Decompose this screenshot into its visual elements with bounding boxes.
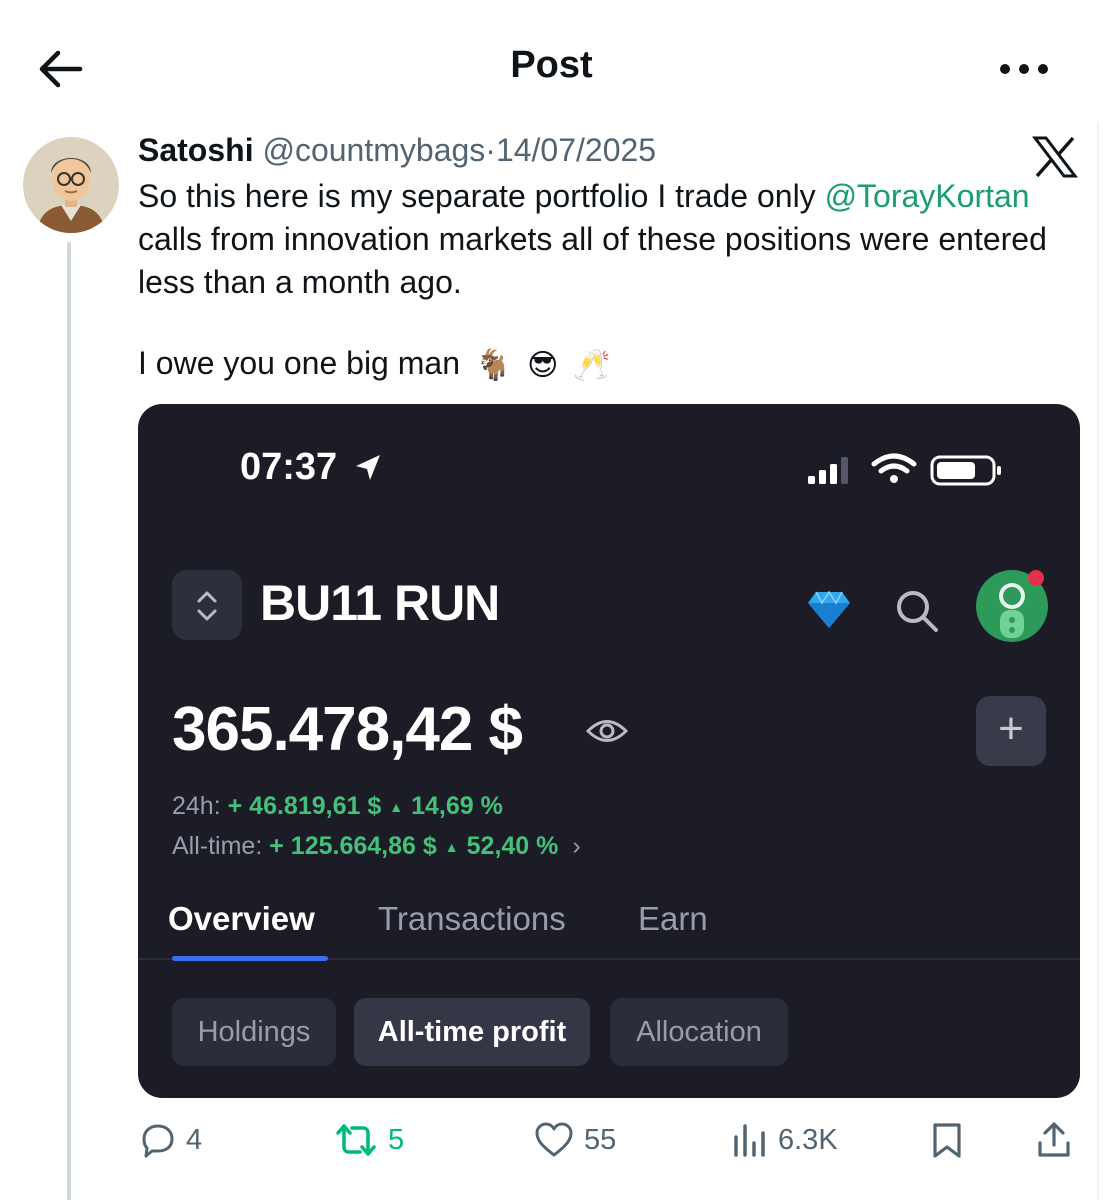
tab-earn[interactable]: Earn xyxy=(638,900,708,938)
reply-icon xyxy=(142,1124,174,1158)
like-count: 55 xyxy=(584,1123,617,1156)
repost-icon xyxy=(336,1124,376,1156)
bookmark-button[interactable] xyxy=(930,1110,964,1170)
active-tab-indicator xyxy=(172,956,328,961)
more-options-icon[interactable] xyxy=(996,52,1052,86)
up-triangle-icon: ▲ xyxy=(444,839,459,856)
author-name[interactable]: Satoshi xyxy=(138,132,254,168)
post-actions: 4 5 55 6.3K xyxy=(0,1110,1103,1170)
change-alltime-amount: + 125.664,86 $ xyxy=(269,832,437,860)
mention-link[interactable]: @TorayKortan xyxy=(825,178,1030,214)
reply-count: 4 xyxy=(186,1123,203,1156)
location-arrow-icon xyxy=(352,452,384,484)
post-media-card[interactable]: 07:37 BU11 RUN 365.478,42 $ + 24h: + 46.… xyxy=(138,404,1080,1098)
notification-dot xyxy=(1028,570,1044,586)
add-button[interactable]: + xyxy=(976,696,1046,766)
change-alltime-percent: 52,40 % xyxy=(466,832,559,860)
repost-button[interactable]: 5 xyxy=(334,1110,404,1170)
top-bar: Post xyxy=(0,0,1103,120)
change-24h-row: 24h: + 46.819,61 $ ▲ 14,69 % xyxy=(172,792,503,821)
post-text-part2: calls from innovation markets all of the… xyxy=(138,221,1047,300)
change-24h-label: 24h: xyxy=(172,792,221,820)
portfolio-balance: 365.478,42 $ xyxy=(172,695,523,764)
clinking-glasses-emoji: 🥂 xyxy=(573,348,611,384)
like-button[interactable]: 55 xyxy=(534,1110,616,1170)
page-title: Post xyxy=(510,44,593,86)
thread-line xyxy=(67,242,71,1200)
profile-avatar[interactable] xyxy=(976,570,1048,642)
meta-separator: · xyxy=(485,132,496,168)
phone-clock: 07:37 xyxy=(240,446,338,488)
views-count: 6.3K xyxy=(778,1123,838,1156)
change-24h-amount: + 46.819,61 $ xyxy=(227,792,382,820)
change-24h-percent: 14,69 % xyxy=(411,792,503,820)
repost-count: 5 xyxy=(388,1123,405,1156)
author-handle[interactable]: @countmybags xyxy=(262,132,485,168)
post-text-part1: So this here is my separate portfolio I … xyxy=(138,178,825,214)
author-avatar[interactable] xyxy=(23,137,119,233)
chip-holdings[interactable]: Holdings xyxy=(172,998,336,1066)
change-alltime-row[interactable]: All-time: + 125.664,86 $ ▲ 52,40 % › xyxy=(172,832,581,861)
account-switch-icon[interactable] xyxy=(172,570,242,640)
sunglasses-emoji: 😎 xyxy=(527,348,559,384)
views-button[interactable]: 6.3K xyxy=(732,1110,838,1170)
post-date[interactable]: 14/07/2025 xyxy=(496,132,656,168)
tab-overview[interactable]: Overview xyxy=(168,900,315,938)
post-text-line2-label: I owe you one big man xyxy=(138,345,460,381)
post-text: So this here is my separate portfolio I … xyxy=(138,175,1083,304)
eye-icon[interactable] xyxy=(585,716,629,746)
share-icon xyxy=(1038,1122,1070,1157)
reply-button[interactable]: 4 xyxy=(138,1110,202,1170)
share-button[interactable] xyxy=(1036,1110,1072,1170)
bookmark-icon xyxy=(933,1123,961,1158)
chip-all-time-profit[interactable]: All-time profit xyxy=(354,998,590,1066)
portfolio-name: BU11 RUN xyxy=(260,575,500,631)
views-icon xyxy=(734,1124,765,1157)
goat-emoji: 🐐 xyxy=(474,348,513,384)
chevron-right-icon[interactable]: › xyxy=(572,832,580,860)
diamond-icon[interactable] xyxy=(806,590,852,630)
chip-allocation[interactable]: Allocation xyxy=(610,998,788,1066)
change-alltime-label: All-time: xyxy=(172,832,263,860)
post-meta: Satoshi @countmybags·14/07/2025 xyxy=(138,132,656,169)
column-border xyxy=(1097,122,1099,1200)
search-icon[interactable] xyxy=(894,588,940,634)
phone-status-icons xyxy=(806,452,1006,488)
x-logo-icon[interactable] xyxy=(1031,136,1079,178)
up-triangle-icon: ▲ xyxy=(389,799,404,816)
tab-transactions[interactable]: Transactions xyxy=(378,900,566,938)
heart-icon xyxy=(535,1122,573,1157)
post-text-line2: I owe you one big man 🐐 😎 🥂 xyxy=(138,342,611,387)
